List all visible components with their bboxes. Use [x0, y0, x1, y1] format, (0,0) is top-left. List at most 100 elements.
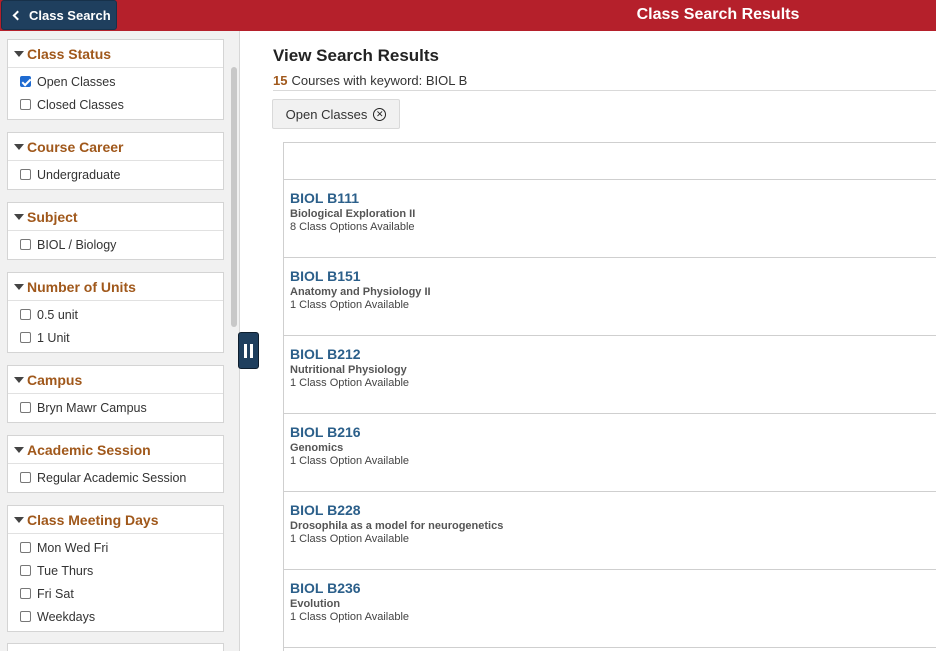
course-code[interactable]: BIOL B216 — [290, 424, 936, 440]
active-filter-label: Open Classes — [285, 106, 368, 122]
active-filter-open-classes[interactable]: Open Classes ✕ — [272, 99, 400, 129]
checkbox-checked[interactable] — [20, 76, 31, 87]
back-button-label: Class Search — [29, 7, 111, 23]
facet-option-label: Closed Classes — [37, 97, 124, 112]
course-code[interactable]: BIOL B151 — [290, 268, 936, 284]
checkbox[interactable] — [20, 542, 31, 553]
facet-class-meeting-days: Class Meeting Days Mon Wed Fri Tue Thurs… — [7, 505, 224, 632]
checkbox[interactable] — [20, 99, 31, 110]
course-code[interactable]: BIOL B236 — [290, 580, 936, 596]
facet-option-one-unit[interactable]: 1 Unit — [8, 326, 223, 349]
caret-down-icon — [14, 143, 24, 150]
checkbox[interactable] — [20, 239, 31, 250]
facet-header-academic-session[interactable]: Academic Session — [8, 436, 223, 464]
facet-option-label: 1 Unit — [37, 330, 70, 345]
results-count-number: 15 — [273, 73, 288, 88]
results-list-header — [284, 143, 936, 180]
facet-option-label: Bryn Mawr Campus — [37, 400, 147, 415]
facet-option-regular-session[interactable]: Regular Academic Session — [8, 466, 223, 489]
facet-option-label: Fri Sat — [37, 586, 74, 601]
course-options-count: 8 Class Options Available — [290, 221, 415, 233]
caret-down-icon — [14, 50, 24, 57]
results-count-text: Courses with keyword: BIOL B — [291, 73, 468, 88]
checkbox[interactable] — [20, 565, 31, 576]
facet-title: Course Career — [27, 138, 124, 155]
facet-title: Number of Units — [27, 278, 136, 295]
facet-option-undergraduate[interactable]: Undergraduate — [8, 163, 223, 186]
results-count: 15 Courses with keyword: BIOL B — [273, 73, 467, 88]
checkbox[interactable] — [20, 169, 31, 180]
course-name: Drosophila as a model for neurogenetics — [290, 520, 504, 532]
facet-option-fri-sat[interactable]: Fri Sat — [8, 582, 223, 605]
course-name: Evolution — [290, 598, 341, 610]
course-options-count: 1 Class Option Available — [290, 611, 410, 623]
facet-header-course-career[interactable]: Course Career — [8, 133, 223, 161]
course-code[interactable]: BIOL B228 — [290, 502, 936, 518]
facet-option-mon-wed-fri[interactable]: Mon Wed Fri — [8, 536, 223, 559]
course-options-count: 1 Class Option Available — [290, 455, 410, 467]
course-name: Biological Exploration II — [290, 208, 416, 220]
facet-next-partial — [7, 643, 224, 651]
results-title: View Search Results — [273, 46, 439, 65]
back-to-class-search-button[interactable]: Class Search — [1, 0, 117, 30]
course-code[interactable]: BIOL B212 — [290, 346, 936, 362]
facet-option-label: Tue Thurs — [37, 563, 94, 578]
facet-option-bryn-mawr-campus[interactable]: Bryn Mawr Campus — [8, 396, 223, 419]
page-header: Class Search Class Search Results — [0, 0, 936, 31]
facet-subject: Subject BIOL / Biology — [7, 202, 224, 260]
checkbox[interactable] — [20, 588, 31, 599]
course-options-count: 1 Class Option Available — [290, 533, 410, 545]
facet-option-label: Weekdays — [37, 609, 96, 624]
checkbox[interactable] — [20, 332, 31, 343]
sidebar-scrollbar[interactable] — [231, 67, 237, 327]
course-options-count: 1 Class Option Available — [290, 299, 410, 311]
facet-header-number-of-units[interactable]: Number of Units — [8, 273, 223, 301]
pause-icon — [244, 343, 247, 358]
page-title: Class Search Results — [636, 6, 800, 23]
results-list: BIOL B111 Biological Exploration II 8 Cl… — [283, 142, 936, 651]
caret-down-icon — [14, 213, 24, 220]
facet-header-class-meeting-days[interactable]: Class Meeting Days — [8, 506, 223, 534]
facet-option-weekdays[interactable]: Weekdays — [8, 605, 223, 628]
facet-number-of-units: Number of Units 0.5 unit 1 Unit — [7, 272, 224, 353]
course-row-biol-b111[interactable]: BIOL B111 Biological Exploration II 8 Cl… — [284, 180, 936, 258]
checkbox[interactable] — [20, 472, 31, 483]
checkbox[interactable] — [20, 611, 31, 622]
course-row-biol-b151[interactable]: BIOL B151 Anatomy and Physiology II 1 Cl… — [284, 258, 936, 336]
filter-sidebar: Class Status Open Classes Closed Classes… — [0, 31, 240, 651]
remove-filter-icon[interactable]: ✕ — [373, 107, 387, 121]
facet-course-career: Course Career Undergraduate — [7, 132, 224, 190]
course-name: Nutritional Physiology — [290, 364, 407, 376]
course-row-biol-b228[interactable]: BIOL B228 Drosophila as a model for neur… — [284, 492, 936, 570]
facet-header-subject[interactable]: Subject — [8, 203, 223, 231]
facet-title: Class Meeting Days — [27, 511, 159, 528]
facet-title: Campus — [27, 371, 83, 388]
course-options-count: 1 Class Option Available — [290, 377, 410, 389]
checkbox[interactable] — [20, 402, 31, 413]
facet-title: Class Status — [27, 45, 112, 62]
chevron-left-icon — [12, 10, 23, 21]
caret-down-icon — [14, 376, 24, 383]
course-row-biol-b236[interactable]: BIOL B236 Evolution 1 Class Option Avail… — [284, 570, 936, 648]
facet-option-open-classes[interactable]: Open Classes — [8, 70, 223, 93]
facet-option-closed-classes[interactable]: Closed Classes — [8, 93, 223, 116]
facet-option-label: Open Classes — [37, 74, 116, 89]
course-code[interactable]: BIOL B111 — [290, 190, 936, 206]
checkbox[interactable] — [20, 309, 31, 320]
facet-option-tue-thurs[interactable]: Tue Thurs — [8, 559, 223, 582]
pause-icon-bar — [250, 343, 253, 358]
facet-option-label: Mon Wed Fri — [37, 540, 109, 555]
facet-option-biol[interactable]: BIOL / Biology — [8, 233, 223, 256]
course-row-biol-b216[interactable]: BIOL B216 Genomics 1 Class Option Availa… — [284, 414, 936, 492]
facet-option-label: Regular Academic Session — [37, 470, 187, 485]
facet-title: Subject — [27, 208, 78, 225]
caret-down-icon — [14, 283, 24, 290]
course-row-biol-b212[interactable]: BIOL B212 Nutritional Physiology 1 Class… — [284, 336, 936, 414]
course-name: Genomics — [290, 442, 344, 454]
facet-header-campus[interactable]: Campus — [8, 366, 223, 394]
sidebar-collapse-button[interactable] — [238, 332, 259, 369]
facet-header-class-status[interactable]: Class Status — [8, 40, 223, 68]
facet-option-label: BIOL / Biology — [37, 237, 117, 252]
course-name: Anatomy and Physiology II — [290, 286, 431, 298]
facet-option-half-unit[interactable]: 0.5 unit — [8, 303, 223, 326]
